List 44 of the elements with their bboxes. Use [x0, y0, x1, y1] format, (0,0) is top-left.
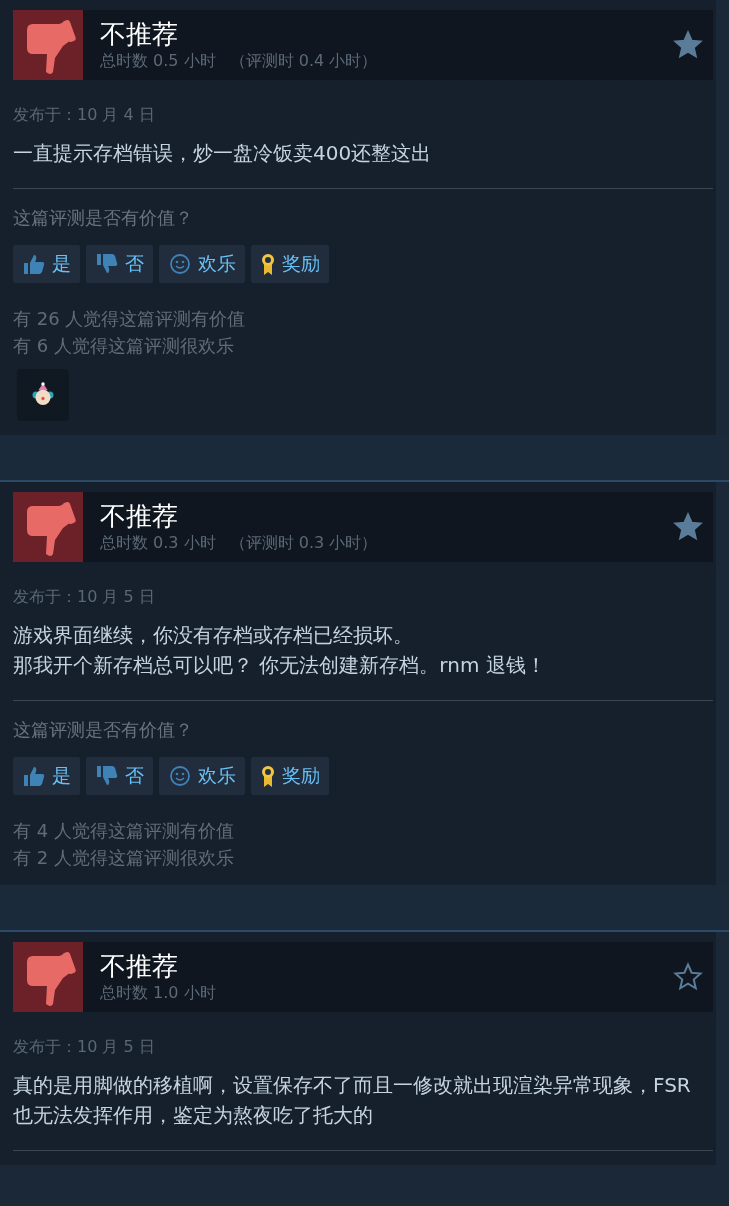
thumbs-down-icon — [13, 492, 83, 562]
playtime-text: 总时数 1.0 小时 — [100, 982, 216, 1004]
post-date: 发布于：10 月 5 日 — [13, 1036, 156, 1058]
smiley-icon — [168, 764, 192, 788]
thumbs-up-icon — [22, 764, 46, 788]
award-button[interactable]: 奖励 — [251, 757, 329, 795]
award-badge[interactable] — [17, 369, 69, 421]
thumbs-down-icon — [13, 942, 83, 1012]
funny-button[interactable]: 欢乐 — [159, 757, 245, 795]
verdict-title: 不推荐 — [100, 18, 179, 50]
award-button[interactable]: 奖励 — [251, 245, 329, 283]
yes-button[interactable]: 是 — [13, 757, 80, 795]
thumbs-up-icon — [22, 252, 46, 276]
smiley-icon — [168, 252, 192, 276]
star-icon[interactable] — [673, 30, 703, 60]
review-text: 那我开个新存档总可以吧？ 你无法创建新存档。rnm 退钱！ — [13, 652, 547, 679]
vote-count: 有 2 人觉得这篇评测很欢乐 — [13, 846, 235, 870]
review-time-text: （评测时 0.4 小时） — [229, 50, 378, 72]
thumbs-down-icon — [13, 10, 83, 80]
yes-button[interactable]: 是 — [13, 245, 80, 283]
funny-button[interactable]: 欢乐 — [159, 245, 245, 283]
review-text: 一直提示存档错误，炒一盘冷饭卖400还整这出 — [13, 140, 433, 167]
post-date: 发布于：10 月 4 日 — [13, 104, 156, 126]
star-icon[interactable] — [673, 512, 703, 542]
playtime-text: 总时数 0.3 小时 — [100, 532, 216, 554]
helpful-prompt: 这篇评测是否有价值？ — [13, 206, 194, 230]
vote-count: 有 4 人觉得这篇评测有价值 — [13, 819, 235, 843]
review-text: 真的是用脚做的移植啊，设置保存不了而且一修改就出现渲染异常现象，FSR也无法发挥作用，鉴定为熬夜吃了托大的 — [13, 1072, 692, 1129]
verdict-title: 不推荐 — [100, 950, 179, 982]
thumbs-down-icon — [95, 764, 119, 788]
playtime-text: 总时数 0.5 小时 — [100, 50, 216, 72]
vote-count: 有 6 人觉得这篇评测很欢乐 — [13, 334, 235, 358]
star-icon[interactable] — [673, 962, 703, 992]
review-text: 游戏界面继续，你没有存档或存档已经损坏。 — [13, 622, 414, 649]
post-date: 发布于：10 月 5 日 — [13, 586, 156, 608]
medal-icon — [260, 252, 276, 276]
verdict-title: 不推荐 — [100, 500, 179, 532]
vote-count: 有 26 人觉得这篇评测有价值 — [13, 307, 247, 331]
helpful-prompt: 这篇评测是否有价值？ — [13, 718, 194, 742]
thumbs-down-icon — [95, 252, 119, 276]
no-button[interactable]: 否 — [86, 245, 153, 283]
review-time-text: （评测时 0.3 小时） — [229, 532, 378, 554]
medal-icon — [260, 764, 276, 788]
no-button[interactable]: 否 — [86, 757, 153, 795]
